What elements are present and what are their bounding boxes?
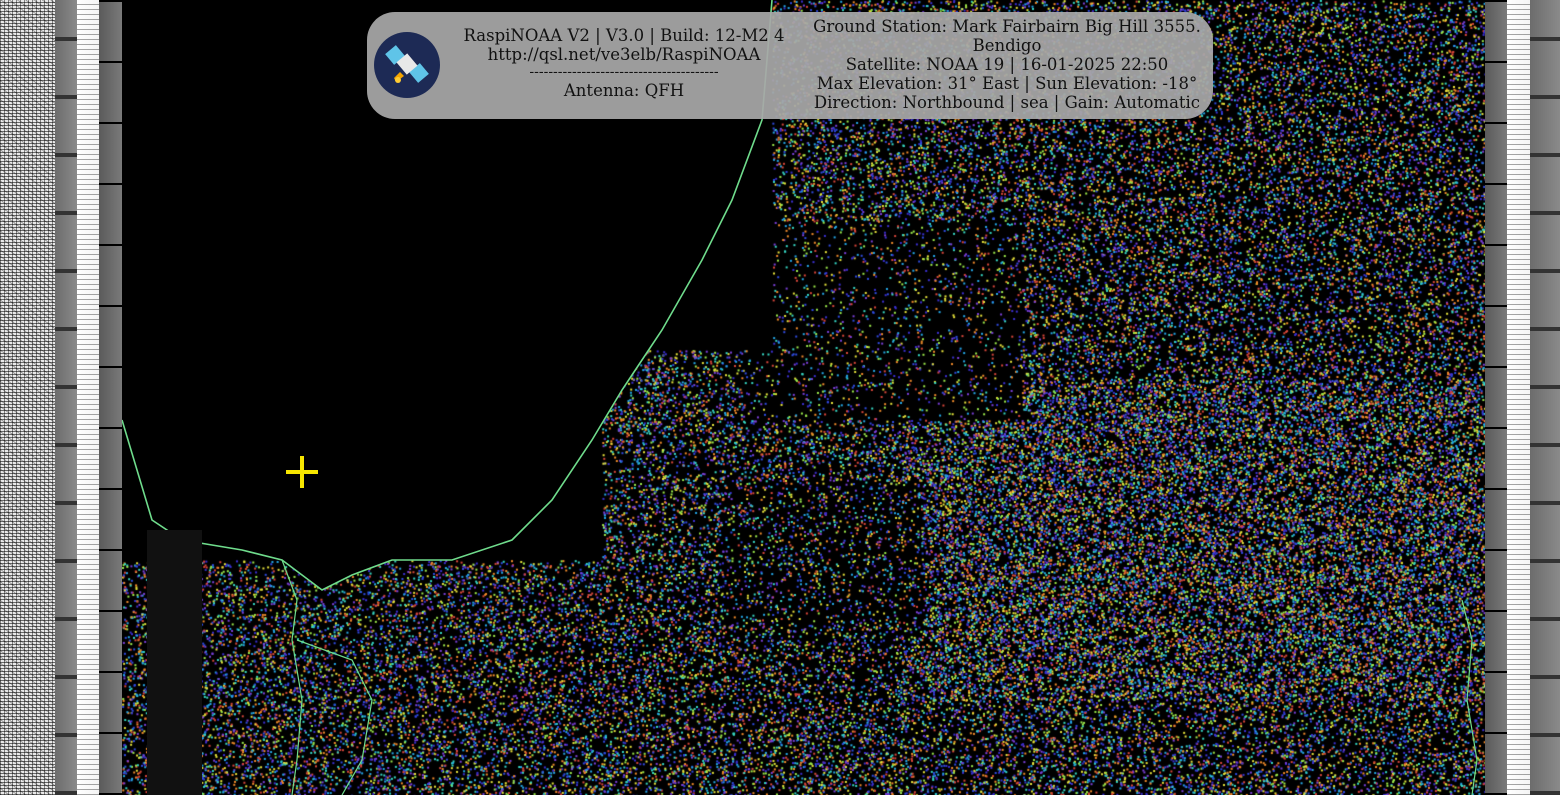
- elevation-info: Max Elevation: 31° East | Sun Elevation:…: [816, 74, 1198, 93]
- noise-band: [147, 530, 202, 795]
- pass-details: Ground Station: Mark Fairbairn Big Hill …: [807, 17, 1207, 112]
- right-gray-strip: [1530, 0, 1560, 795]
- ground-station-city: Bendigo: [972, 36, 1042, 55]
- left-noise-strip: [0, 0, 55, 795]
- pass-info-panel: RaspiNOAA V2 | V3.0 | Build: 12-M2 4 htt…: [367, 12, 1213, 119]
- satellite-image: [122, 0, 1485, 795]
- coastline-lower: [281, 559, 303, 795]
- right-dark-strip: [1485, 0, 1507, 795]
- direction-info: Direction: Northbound | sea | Gain: Auto…: [813, 93, 1201, 112]
- satellite-logo-icon: [374, 32, 440, 98]
- left-gray-strip: [55, 0, 77, 795]
- satellite-info: Satellite: NOAA 19 | 16-01-2025 22:50: [845, 55, 1169, 74]
- crosshair-marker-icon: [286, 456, 318, 488]
- separator-line: ----------------------------------------: [529, 64, 719, 80]
- software-info: RaspiNOAA V2 | V3.0 | Build: 12-M2 4 htt…: [462, 26, 786, 100]
- ground-station: Ground Station: Mark Fairbairn Big Hill …: [813, 17, 1201, 36]
- antenna-info: Antenna: QFH: [563, 81, 685, 100]
- software-title: RaspiNOAA V2 | V3.0 | Build: 12-M2 4: [463, 26, 785, 45]
- coastline-island: [296, 639, 373, 795]
- ocean-area: [122, 0, 1478, 795]
- left-white-strip: [77, 0, 99, 795]
- right-white-strip: [1507, 0, 1530, 795]
- coastline-east: [1461, 599, 1478, 795]
- left-dark-strip: [99, 0, 122, 795]
- software-url: http://qsl.net/ve3elb/RaspiNOAA: [487, 45, 761, 64]
